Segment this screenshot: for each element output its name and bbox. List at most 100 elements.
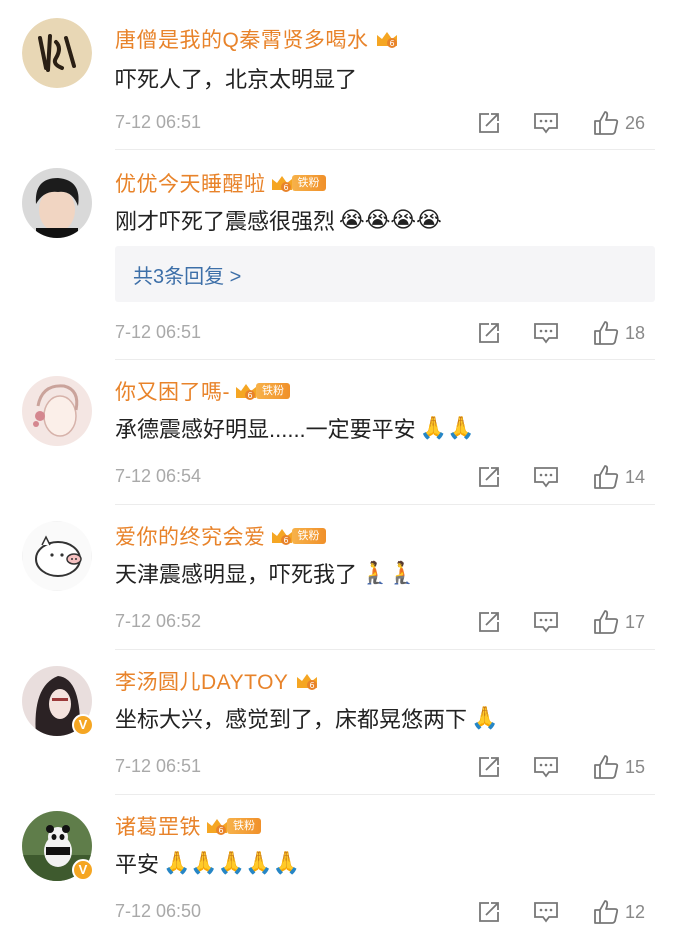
- comment-text: 坐标大兴，感觉到了，床都晃悠两下 🙏: [115, 705, 499, 732]
- avatar[interactable]: [22, 168, 92, 238]
- username-row: 唐僧是我的Q秦霄贤多喝水 6: [115, 24, 400, 54]
- comment-actions: 26: [477, 108, 677, 138]
- share-button[interactable]: [477, 108, 501, 138]
- username[interactable]: 唐僧是我的Q秦霄贤多喝水: [115, 24, 368, 54]
- comment-icon: [534, 612, 558, 633]
- comment-icon: [534, 467, 558, 488]
- member-crown-icon: 6: [377, 32, 398, 48]
- share-button[interactable]: [477, 462, 501, 492]
- thumbs-up-icon: [594, 465, 619, 489]
- member-crown-icon: 6: [297, 674, 318, 690]
- fan-badge: 6 铁粉: [205, 816, 261, 836]
- thumbs-up-icon: [594, 321, 619, 345]
- comment-icon: [534, 757, 558, 778]
- comment-item: 优优今天睡醒啦 6 铁粉 刚才吓死了震感很强烈 😭😭😭😭 共3条回复 > 7-1…: [0, 150, 677, 360]
- like-button[interactable]: 18: [593, 318, 645, 348]
- share-icon: [479, 757, 499, 777]
- fan-badge: 6 铁粉: [234, 381, 290, 401]
- fan-badge: 6 铁粉: [270, 526, 326, 546]
- timestamp: 7-12 06:50: [115, 901, 202, 921]
- timestamp: 7-12 06:51: [115, 756, 202, 776]
- share-button[interactable]: [477, 752, 501, 782]
- like-button[interactable]: 12: [593, 897, 645, 927]
- emoji-group: 🙏: [471, 705, 499, 730]
- svg-text:6: 6: [283, 183, 288, 192]
- fan-label: 铁粉: [227, 818, 261, 834]
- reply-button[interactable]: [533, 752, 559, 782]
- username-row: 爱你的终究会爱 6 铁粉: [115, 521, 326, 551]
- share-button[interactable]: [477, 318, 501, 348]
- like-count: 12: [625, 901, 646, 922]
- share-icon: [479, 902, 499, 922]
- thumbs-up-icon: [594, 900, 619, 924]
- username[interactable]: 爱你的终究会爱: [115, 521, 266, 551]
- share-button[interactable]: [477, 607, 501, 637]
- emoji-group: 🙏🙏🙏🙏🙏: [163, 850, 300, 875]
- like-count: 14: [625, 466, 646, 487]
- username-row: 优优今天睡醒啦 6 铁粉: [115, 168, 326, 198]
- comment-text: 吓死人了，北京太明显了: [115, 67, 358, 92]
- like-count: 26: [625, 112, 646, 133]
- comment-actions: 12: [477, 897, 677, 927]
- share-icon: [479, 323, 499, 343]
- timestamp: 7-12 06:52: [115, 611, 202, 631]
- like-button[interactable]: 15: [593, 752, 645, 782]
- fan-label: 铁粉: [256, 383, 290, 399]
- username[interactable]: 李汤圆儿DAYTOY: [115, 666, 288, 696]
- reply-button[interactable]: [533, 108, 559, 138]
- comment-item: 你又困了嗎- 6 铁粉 承德震感好明显......一定要平安 🙏🙏 7-12 0…: [0, 360, 677, 505]
- reply-button[interactable]: [533, 897, 559, 927]
- timestamp: 7-12 06:51: [115, 322, 202, 342]
- comment-actions: 14: [477, 462, 677, 492]
- reply-button[interactable]: [533, 318, 559, 348]
- comment-text: 平安 🙏🙏🙏🙏🙏: [115, 850, 300, 877]
- timestamp: 7-12 06:51: [115, 112, 202, 132]
- timestamp: 7-12 06:54: [115, 466, 202, 486]
- verified-badge: V: [72, 714, 94, 736]
- member-crown-icon: 6: [236, 384, 256, 400]
- svg-text:6: 6: [283, 536, 288, 545]
- thumbs-up-icon: [594, 610, 619, 634]
- comment-text: 天津震感明显，吓死我了 🧎🧎: [115, 560, 416, 587]
- emoji-group: 😭😭😭😭: [339, 207, 442, 232]
- share-icon: [479, 113, 499, 133]
- member-crown-icon: 6: [271, 529, 292, 545]
- username[interactable]: 你又困了嗎-: [115, 376, 230, 406]
- like-count: 15: [625, 756, 646, 777]
- comment-item: 爱你的终究会爱 6 铁粉 天津震感明显，吓死我了 🧎🧎 7-12 06:52 1…: [0, 505, 677, 650]
- like-button[interactable]: 26: [593, 108, 645, 138]
- svg-text:6: 6: [390, 39, 395, 48]
- comment-item: 唐僧是我的Q秦霄贤多喝水 6 吓死人了，北京太明显了 7-12 06:51 26: [0, 0, 677, 150]
- comment-text: 承德震感好明显......一定要平安 🙏🙏: [115, 415, 475, 442]
- username[interactable]: 诸葛罡铁: [115, 811, 201, 841]
- avatar[interactable]: [22, 521, 92, 591]
- comment-text: 刚才吓死了震感很强烈 😭😭😭😭: [115, 207, 442, 234]
- thumbs-up-icon: [594, 111, 619, 135]
- member-crown-icon: 6: [271, 176, 292, 192]
- thumbs-up-icon: [594, 755, 619, 779]
- comment-item: V 李汤圆儿DAYTOY 6 坐标大兴，感觉到了，床都晃悠两下 🙏 7-12 0…: [0, 650, 677, 795]
- svg-text:6: 6: [247, 391, 252, 400]
- like-button[interactable]: 17: [593, 607, 645, 637]
- avatar[interactable]: [22, 18, 92, 88]
- share-icon: [479, 467, 499, 487]
- reply-button[interactable]: [533, 607, 559, 637]
- replies-box[interactable]: 共3条回复 >: [115, 246, 655, 302]
- share-icon: [479, 612, 499, 632]
- reply-button[interactable]: [533, 462, 559, 492]
- avatar[interactable]: [22, 376, 92, 446]
- username-row: 李汤圆儿DAYTOY 6: [115, 666, 320, 696]
- verified-badge: V: [72, 859, 94, 881]
- comment-icon: [534, 323, 558, 344]
- member-crown-icon: 6: [207, 819, 227, 835]
- svg-text:6: 6: [218, 826, 223, 835]
- view-replies-link[interactable]: 共3条回复 >: [133, 260, 241, 289]
- fan-label: 铁粉: [291, 528, 326, 544]
- svg-text:6: 6: [310, 681, 315, 690]
- like-button[interactable]: 14: [593, 462, 645, 492]
- share-button[interactable]: [477, 897, 501, 927]
- fan-label: 铁粉: [291, 175, 326, 191]
- emoji-group: 🧎🧎: [361, 560, 416, 585]
- username[interactable]: 优优今天睡醒啦: [115, 168, 266, 198]
- comment-icon: [534, 113, 558, 134]
